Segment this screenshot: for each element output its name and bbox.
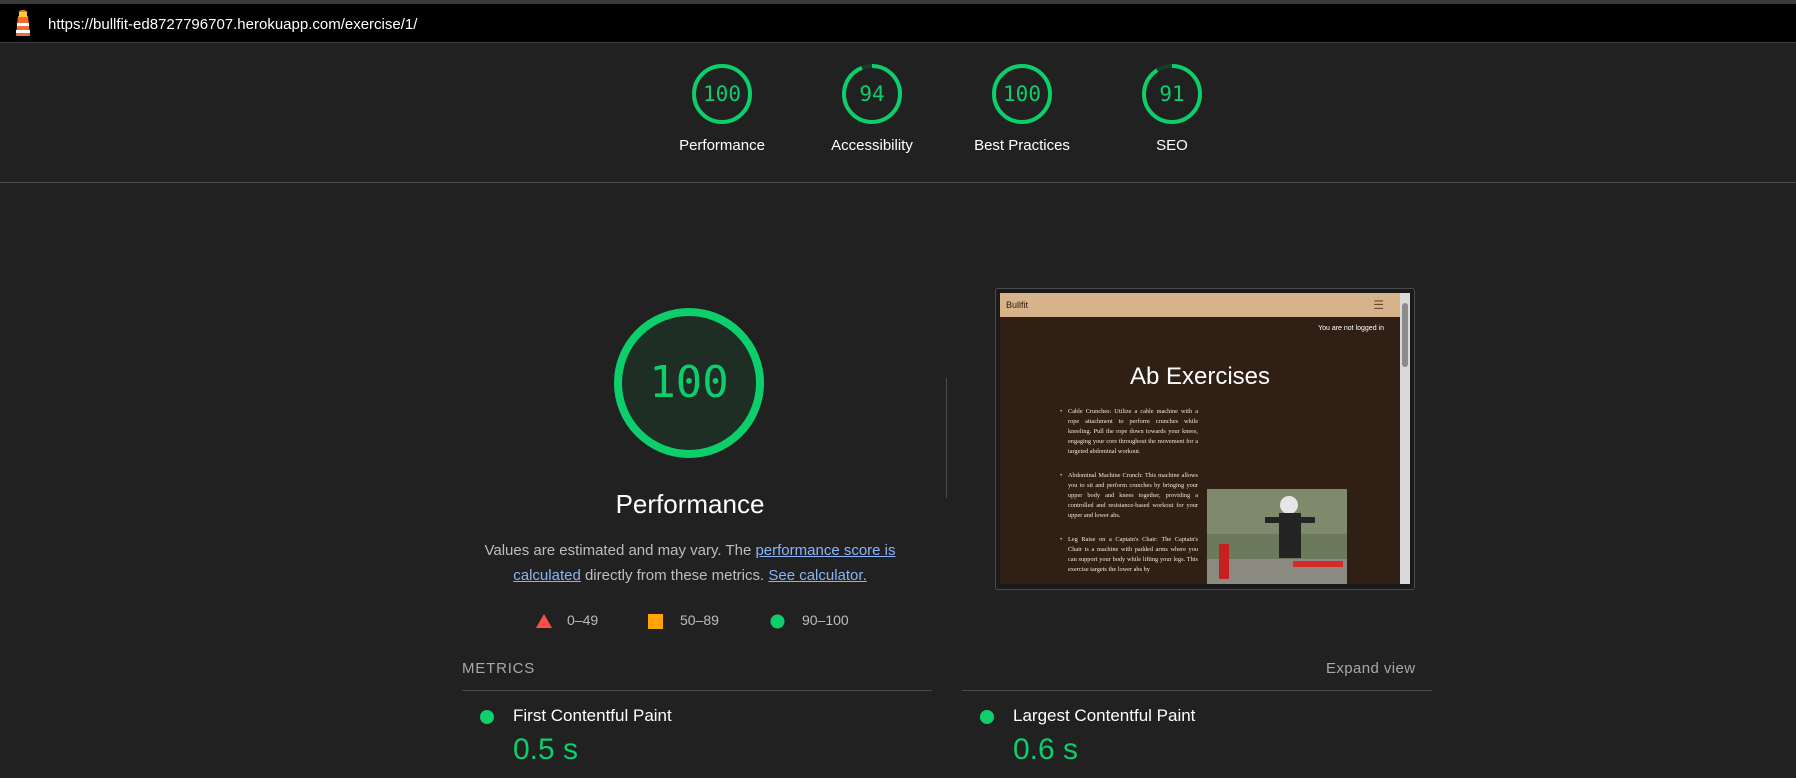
page-url[interactable]: https://bullfit-ed8727796707.herokuapp.c… <box>48 16 417 33</box>
site-brand: Bullfit <box>1006 300 1029 310</box>
gauge-best-practices[interactable]: 100 Best Practices <box>957 63 1087 154</box>
circle-icon <box>770 614 785 629</box>
list-item: Cable Crunches: Utilize a cable machine … <box>1060 407 1198 457</box>
gauge-seo[interactable]: 91 SEO <box>1107 63 1237 154</box>
square-icon <box>648 614 663 629</box>
gauge-label: Accessibility <box>831 137 913 154</box>
pass-dot-icon <box>480 710 494 724</box>
address-bar: https://bullfit-ed8727796707.herokuapp.c… <box>0 0 1796 43</box>
gauge-label: Performance <box>679 137 765 154</box>
hamburger-icon: ☰ <box>1373 298 1384 312</box>
gauge-accessibility[interactable]: 94 Accessibility <box>807 63 937 154</box>
legend-label: 90–100 <box>802 612 849 628</box>
site-navbar: Bullfit ☰ <box>1000 293 1400 317</box>
gauge-score: 91 <box>1159 82 1185 106</box>
desc-mid: directly from these metrics. <box>580 567 769 584</box>
list-item: Leg Raise on a Captain's Chair: The Capt… <box>1060 535 1198 575</box>
legend-label: 0–49 <box>567 612 599 628</box>
lighthouse-icon <box>16 10 30 36</box>
exercise-photo <box>1207 489 1347 584</box>
gauge-score: 94 <box>859 82 885 106</box>
see-calculator-link[interactable]: See calculator. <box>768 567 866 584</box>
expand-view-button[interactable]: Expand view <box>1326 660 1415 677</box>
desc-prefix: Values are estimated and may vary. The <box>484 542 756 559</box>
final-screenshot[interactable]: Bullfit ☰ You are not logged in Ab Exerc… <box>1000 293 1410 584</box>
metric-name: Largest Contentful Paint <box>1013 706 1196 725</box>
legend-label: 50–89 <box>680 612 719 628</box>
site-heading: Ab Exercises <box>1129 363 1271 390</box>
scrollbar-thumb[interactable] <box>1402 303 1408 367</box>
performance-title: Performance <box>615 489 765 519</box>
gauge-performance[interactable]: 100 Performance <box>657 63 787 154</box>
metrics-divider-left <box>462 690 932 691</box>
exercise-list: Cable Crunches: Utilize a cable machine … <box>1060 407 1198 584</box>
metrics-divider-right <box>962 690 1432 691</box>
gauge-label: SEO <box>1156 137 1188 154</box>
score-gauges: 100 Performance 94 Accessibility 100 Bes… <box>0 43 1796 183</box>
metrics-header: METRICS <box>462 660 536 677</box>
login-status: You are not logged in <box>1318 325 1384 332</box>
athlete-photo-illustration <box>1207 489 1347 584</box>
performance-score: 100 <box>649 357 729 408</box>
pass-dot-icon <box>980 710 994 724</box>
metric-name: First Contentful Paint <box>513 706 672 725</box>
gauge-score: 100 <box>1003 82 1041 106</box>
list-item: Abdominal Machine Crunch: This machine a… <box>1060 471 1198 521</box>
gauge-score: 100 <box>703 82 741 106</box>
gauge-label: Best Practices <box>974 137 1070 154</box>
screenshot-scrollbar[interactable] <box>1400 293 1410 584</box>
divider <box>946 378 947 498</box>
metric-value: 0.6 s <box>1013 733 1079 766</box>
metric-value: 0.5 s <box>513 733 579 766</box>
performance-description: Values are estimated and may vary. The p… <box>470 538 910 588</box>
triangle-icon <box>536 614 552 628</box>
